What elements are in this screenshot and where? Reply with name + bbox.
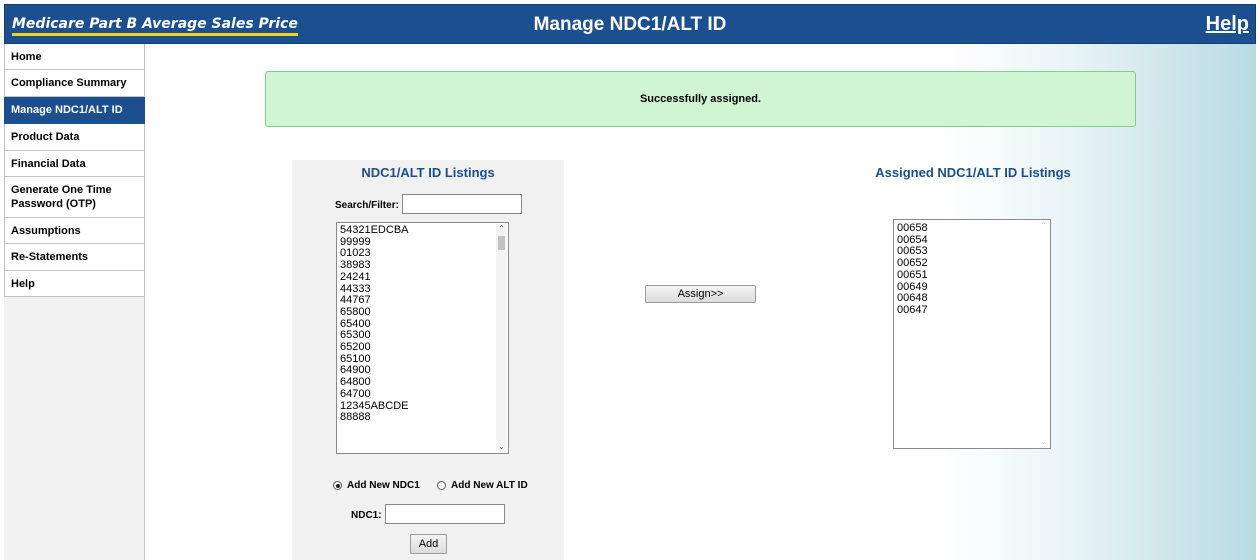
listings-heading: NDC1/ALT ID Listings: [361, 165, 495, 180]
search-filter-label: Search/Filter:: [335, 200, 399, 211]
sidebar-nav: Home Compliance Summary Manage NDC1/ALT …: [4, 44, 145, 560]
scroll-up-icon[interactable]: ⌃: [496, 224, 507, 234]
ndc1-listbox[interactable]: 54321EDCBA 99999 01023 38983 24241 44333 44767…: [336, 222, 509, 454]
assigned-listings-heading: Assigned NDC1/ALT ID Listings: [875, 165, 1071, 180]
list-option[interactable]: 00658: [894, 222, 1050, 235]
list-option[interactable]: 88888: [337, 412, 508, 424]
radio-add-new-alt-id[interactable]: Add New ALT ID: [437, 480, 528, 491]
list-option[interactable]: 65800: [337, 306, 508, 319]
radio-add-new-ndc1-label: Add New NDC1: [347, 480, 420, 491]
list-option[interactable]: 65200: [337, 341, 508, 354]
list-option[interactable]: 64700: [337, 388, 508, 401]
sidebar-item-generate-otp[interactable]: Generate One Time Password (OTP): [4, 177, 145, 218]
help-link[interactable]: Help: [1206, 13, 1249, 36]
sidebar-item-home[interactable]: Home: [4, 44, 145, 70]
radio-checked-icon[interactable]: [333, 481, 342, 490]
page-title: Manage NDC1/ALT ID: [533, 14, 727, 35]
ndc1-field[interactable]: [385, 504, 505, 524]
sidebar-item-help[interactable]: Help: [4, 271, 145, 297]
list-option[interactable]: 00647: [894, 304, 1050, 317]
sidebar-item-compliance-summary[interactable]: Compliance Summary: [4, 70, 145, 97]
success-message-text: Successfully assigned.: [639, 93, 762, 105]
add-button[interactable]: Add: [410, 534, 447, 554]
sidebar-item-manage-ndc1-alt-id[interactable]: Manage NDC1/ALT ID: [4, 97, 145, 124]
page-header: Medicare Part B Average Sales Price Mana…: [4, 4, 1256, 44]
success-message: Successfully assigned.: [265, 71, 1136, 127]
sidebar-item-re-statements[interactable]: Re-Statements: [4, 244, 145, 271]
assigned-listbox-scrollbar[interactable]: ⌃ ⌄: [1038, 221, 1049, 447]
scroll-thumb[interactable]: [498, 236, 505, 250]
scroll-down-icon[interactable]: ⌄: [1038, 437, 1049, 447]
assign-button[interactable]: Assign>>: [645, 285, 756, 303]
list-option[interactable]: 54321EDCBA: [337, 224, 508, 237]
sidebar-item-assumptions[interactable]: Assumptions: [4, 218, 145, 244]
list-option[interactable]: 24241: [337, 271, 508, 284]
scroll-down-icon[interactable]: ⌄: [496, 442, 507, 452]
radio-unchecked-icon[interactable]: [437, 481, 446, 490]
radio-add-new-alt-id-label: Add New ALT ID: [451, 480, 528, 491]
scroll-up-icon[interactable]: ⌃: [1038, 221, 1049, 231]
search-filter-input[interactable]: [402, 194, 522, 214]
assigned-listbox[interactable]: 00658 00654 00653 00652 00651 00649 00648 00647…: [893, 219, 1051, 449]
ndc1-field-label: NDC1:: [351, 510, 382, 521]
list-option[interactable]: 00651: [894, 269, 1050, 282]
sidebar-item-financial-data[interactable]: Financial Data: [4, 151, 145, 177]
ndc1-options: 54321EDCBA 99999 01023 38983 24241 44333 44767…: [337, 224, 508, 424]
sidebar-item-product-data[interactable]: Product Data: [4, 124, 145, 151]
radio-add-new-ndc1[interactable]: Add New NDC1: [333, 480, 420, 491]
assigned-options: 00658 00654 00653 00652 00651 00649 00648 00647: [894, 222, 1050, 317]
ndc1-listbox-scrollbar[interactable]: ⌃ ⌄: [496, 224, 507, 452]
